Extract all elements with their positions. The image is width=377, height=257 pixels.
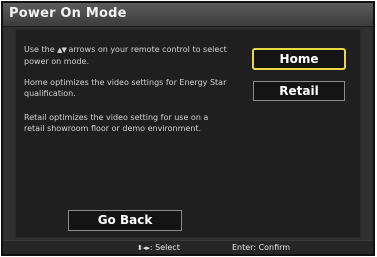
up-down-arrows-icon: ▲▼ xyxy=(57,46,67,54)
instructions-suffix: arrows on your remote control to select … xyxy=(24,45,227,66)
page-title: Power On Mode xyxy=(9,6,127,21)
home-option-button[interactable]: Home xyxy=(252,48,346,70)
retail-option-button[interactable]: Retail xyxy=(253,81,345,101)
osd-window: Power On Mode Use the ▲▼ arrows on your … xyxy=(1,1,375,256)
content-panel: Use the ▲▼ arrows on your remote control… xyxy=(15,29,361,238)
select-hint-label: : Select xyxy=(149,243,180,252)
footer-hints: ⬍◂▸: Select Enter: Confirm xyxy=(3,240,373,254)
navigation-arrows-icon: ⬍◂▸ xyxy=(137,244,150,252)
title-bar: Power On Mode xyxy=(3,3,373,27)
home-description: Home optimizes the video settings for En… xyxy=(24,78,227,98)
instructions-text: Use the ▲▼ arrows on your remote control… xyxy=(24,44,229,67)
select-hint: ⬍◂▸: Select xyxy=(137,241,180,254)
instructions-prefix: Use the xyxy=(24,45,55,54)
retail-description: Retail optimizes the video setting for u… xyxy=(24,113,209,133)
confirm-hint: Enter: Confirm xyxy=(232,243,291,252)
go-back-button[interactable]: Go Back xyxy=(68,210,182,231)
